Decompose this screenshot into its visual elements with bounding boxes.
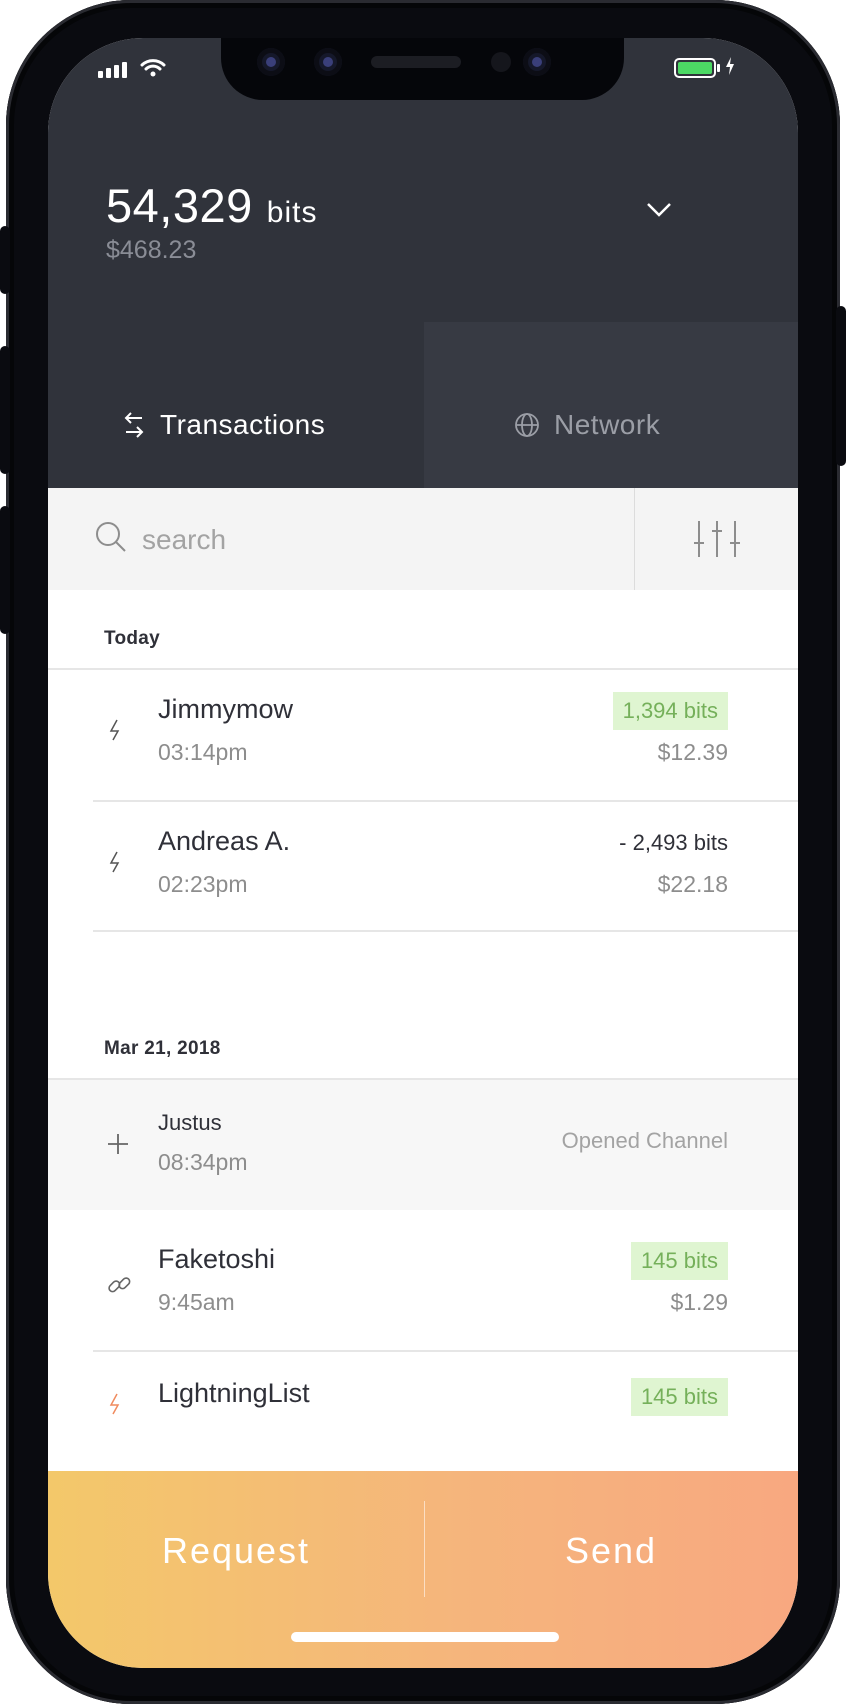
camera-lens-icon bbox=[523, 48, 551, 76]
lightning-icon bbox=[109, 719, 120, 741]
battery-icon bbox=[674, 58, 716, 78]
filter-button[interactable] bbox=[636, 488, 798, 590]
transaction-time: 08:34pm bbox=[158, 1149, 248, 1175]
transaction-row[interactable]: Jimmymow 03:14pm 1,394 bits $12.39 bbox=[48, 670, 798, 800]
group-title: Today bbox=[104, 628, 161, 649]
silent-switch bbox=[0, 226, 10, 294]
transaction-amount: 145 bits bbox=[630, 1378, 728, 1416]
balance-fiat: $468.23 bbox=[106, 236, 197, 264]
proximity-sensor bbox=[491, 52, 511, 72]
tab-label: Network bbox=[554, 409, 661, 440]
transaction-time: 02:23pm bbox=[158, 871, 248, 897]
tab-label: Transactions bbox=[160, 409, 326, 440]
search-bar bbox=[48, 488, 798, 590]
transaction-name: Faketoshi bbox=[158, 1244, 276, 1274]
lightning-icon bbox=[109, 851, 120, 873]
sliders-icon bbox=[694, 521, 740, 557]
chevron-down-icon[interactable] bbox=[646, 202, 672, 218]
transaction-fiat: $12.39 bbox=[657, 739, 728, 765]
transaction-time: 9:45am bbox=[158, 1289, 235, 1315]
app-screen: 54,329 bits $468.23 Transactions Network bbox=[48, 38, 798, 1668]
divider bbox=[93, 930, 798, 932]
power-button bbox=[836, 306, 846, 466]
channel-row[interactable]: Justus 08:34pm Opened Channel bbox=[48, 1080, 798, 1210]
group-header: Today bbox=[48, 590, 798, 668]
home-indicator[interactable] bbox=[291, 1632, 559, 1642]
transaction-amount: - 2,493 bits bbox=[619, 830, 728, 855]
search-input[interactable] bbox=[140, 514, 544, 566]
plus-icon bbox=[108, 1134, 128, 1154]
transaction-name: Justus bbox=[158, 1110, 222, 1135]
divider bbox=[634, 488, 635, 590]
volume-up-button bbox=[0, 346, 10, 474]
transaction-row[interactable]: Faketoshi 9:45am 145 bits $1.29 bbox=[48, 1220, 798, 1350]
group-header: Mar 21, 2018 bbox=[48, 1000, 798, 1078]
globe-icon bbox=[515, 413, 539, 437]
channel-status: Opened Channel bbox=[561, 1128, 728, 1153]
transaction-time: 03:14pm bbox=[158, 739, 248, 765]
transaction-amount: 145 bits bbox=[630, 1242, 728, 1280]
wifi-icon bbox=[140, 59, 166, 77]
camera-lens-icon bbox=[314, 48, 342, 76]
transaction-fiat: $1.29 bbox=[670, 1289, 728, 1315]
camera-lens-icon bbox=[257, 48, 285, 76]
charging-bolt-icon bbox=[726, 57, 734, 75]
signal-icon bbox=[98, 62, 127, 78]
transfer-arrows-icon bbox=[124, 412, 144, 438]
balance-amount: 54,329 bbox=[106, 179, 253, 232]
request-button[interactable]: Request bbox=[48, 1471, 424, 1631]
search-icon bbox=[96, 522, 126, 552]
group-title: Mar 21, 2018 bbox=[104, 1038, 221, 1059]
transaction-row[interactable]: LightningList 145 bits bbox=[48, 1352, 798, 1471]
send-button[interactable]: Send bbox=[424, 1471, 798, 1631]
battery-cap bbox=[717, 64, 720, 72]
transaction-amount: 1,394 bits bbox=[612, 692, 728, 730]
balance-display: 54,329 bits bbox=[106, 178, 317, 233]
transaction-row[interactable]: Andreas A. 02:23pm - 2,493 bits $22.18 bbox=[48, 802, 798, 932]
transaction-fiat: $22.18 bbox=[657, 871, 728, 897]
link-icon bbox=[108, 1277, 131, 1293]
camera-notch bbox=[221, 38, 624, 100]
balance-unit: bits bbox=[266, 196, 318, 229]
balance-header: 54,329 bits $468.23 Transactions Network bbox=[48, 38, 798, 528]
transaction-name: Andreas A. bbox=[158, 826, 291, 856]
transaction-name: Jimmymow bbox=[158, 694, 293, 724]
volume-down-button bbox=[0, 506, 10, 634]
lightning-icon bbox=[109, 1393, 120, 1415]
transaction-name: LightningList bbox=[158, 1378, 310, 1408]
speaker-grille bbox=[371, 56, 461, 68]
